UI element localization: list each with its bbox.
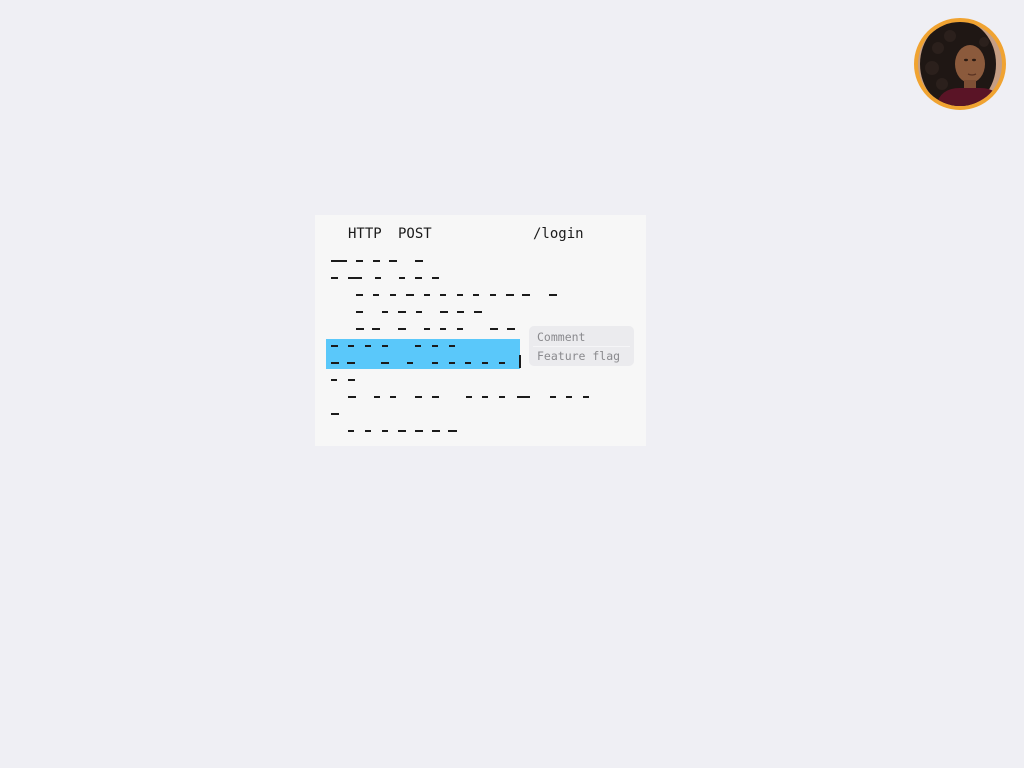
code-line[interactable] — [315, 303, 646, 320]
code-token — [347, 362, 355, 364]
code-token — [373, 260, 380, 262]
code-token — [522, 294, 530, 296]
request-method: POST — [398, 226, 432, 242]
code-token — [432, 277, 439, 279]
code-token — [398, 430, 406, 432]
code-token — [457, 294, 463, 296]
code-token — [356, 260, 363, 262]
user-avatar[interactable] — [914, 18, 1006, 110]
code-token — [331, 379, 337, 381]
code-line[interactable] — [315, 405, 646, 422]
code-token — [499, 362, 505, 364]
code-token — [566, 396, 572, 398]
code-token — [390, 396, 396, 398]
code-token — [432, 430, 440, 432]
menu-item-feature-flag[interactable]: Feature flag — [537, 347, 620, 365]
code-token — [375, 277, 381, 279]
code-token — [482, 396, 488, 398]
code-line[interactable] — [315, 286, 646, 303]
code-token — [415, 277, 422, 279]
code-line[interactable] — [315, 252, 646, 269]
code-token — [482, 362, 488, 364]
code-token — [331, 277, 338, 279]
code-token — [424, 328, 430, 330]
code-token — [550, 396, 556, 398]
code-token — [356, 294, 363, 296]
code-token — [331, 362, 339, 364]
code-token — [499, 396, 505, 398]
code-token — [440, 294, 446, 296]
code-token — [415, 430, 423, 432]
code-token — [507, 328, 515, 330]
code-token — [448, 430, 457, 432]
code-token — [506, 294, 514, 296]
code-token — [356, 328, 364, 330]
code-line[interactable] — [315, 422, 646, 439]
code-token — [382, 430, 388, 432]
code-token — [407, 362, 413, 364]
code-token — [457, 311, 464, 313]
menu-item-comment[interactable]: Comment — [537, 328, 585, 346]
avatar-image — [918, 22, 1002, 106]
code-token — [449, 345, 455, 347]
code-token — [549, 294, 557, 296]
code-line[interactable] — [315, 388, 646, 405]
code-token — [381, 362, 389, 364]
code-token — [583, 396, 589, 398]
code-token — [348, 396, 356, 398]
code-editor[interactable]: HTTP POST /login Comment Feature flag — [315, 215, 646, 446]
code-token — [365, 345, 371, 347]
code-token — [382, 311, 388, 313]
code-token — [440, 328, 446, 330]
code-token — [373, 294, 379, 296]
code-token — [466, 396, 472, 398]
code-token — [398, 311, 406, 313]
code-token — [389, 260, 397, 262]
code-token — [432, 362, 438, 364]
code-token — [490, 328, 498, 330]
code-token — [374, 396, 380, 398]
code-token — [465, 362, 471, 364]
code-token — [331, 413, 339, 415]
code-token — [356, 311, 363, 313]
code-token — [348, 430, 354, 432]
code-token — [331, 260, 347, 262]
code-token — [382, 345, 388, 347]
code-token — [416, 311, 422, 313]
code-token — [399, 277, 405, 279]
code-token — [331, 345, 338, 347]
code-token — [372, 328, 380, 330]
code-line[interactable] — [315, 269, 646, 286]
request-protocol: HTTP — [348, 226, 382, 242]
code-token — [415, 260, 423, 262]
code-token — [432, 345, 438, 347]
code-token — [432, 396, 439, 398]
code-token — [348, 345, 354, 347]
code-token — [457, 328, 463, 330]
code-token — [517, 396, 530, 398]
request-header: HTTP POST /login — [315, 225, 646, 243]
code-token — [440, 311, 448, 313]
code-token — [348, 277, 362, 279]
code-token — [398, 328, 406, 330]
context-menu: Comment Feature flag — [529, 326, 634, 366]
code-token — [449, 362, 455, 364]
code-token — [348, 379, 355, 381]
code-token — [490, 294, 496, 296]
code-token — [473, 294, 479, 296]
code-token — [415, 396, 422, 398]
code-token — [390, 294, 396, 296]
code-token — [415, 345, 421, 347]
code-line[interactable] — [315, 371, 646, 388]
request-path[interactable]: /login — [533, 225, 584, 243]
code-token — [406, 294, 414, 296]
code-token — [424, 294, 430, 296]
code-token — [474, 311, 482, 313]
text-caret — [519, 355, 521, 368]
code-token — [365, 430, 371, 432]
